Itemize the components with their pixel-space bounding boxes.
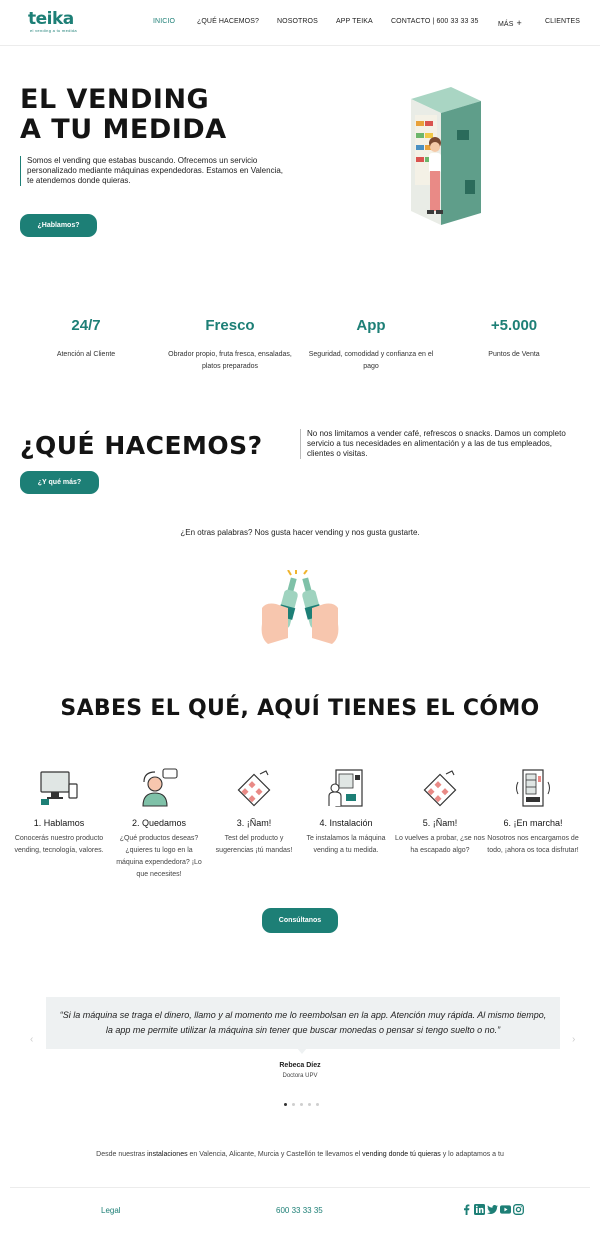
twitter-icon[interactable]	[487, 1204, 498, 1215]
logo[interactable]: teika el vending a tu medida	[28, 10, 77, 33]
hero-title-line1: EL VENDING	[20, 84, 210, 115]
logo-wordmark: teika	[28, 9, 74, 29]
step-nam-2: 5. ¡Ñam! Lo vuelves a probar, ¿se nos ha…	[392, 768, 488, 857]
stat-value: App	[356, 317, 386, 334]
step-desc: Nosotros nos encargamos de todo, ¡ahora …	[487, 835, 579, 854]
coverage-text: Desde nuestras	[96, 1151, 148, 1158]
testimonial-pointer	[297, 1048, 307, 1054]
hero-title: EL VENDING A TU MEDIDA	[20, 85, 227, 145]
conversation-icon	[142, 768, 178, 807]
step-desc: ¿Qué productos deseas? ¿quieres tu logo …	[116, 835, 202, 878]
carousel-dot[interactable]	[316, 1103, 319, 1106]
carousel-dot[interactable]	[284, 1103, 287, 1106]
installing-machine-icon	[328, 769, 363, 807]
tagline: ¿En otras palabras? Nos gusta hacer vend…	[180, 528, 420, 537]
vending-machine-icon	[516, 769, 550, 807]
carousel-dot[interactable]	[292, 1103, 295, 1106]
nav-inicio[interactable]: INICIO	[153, 18, 175, 25]
stat-desc: Obrador propio, fruta fresca, ensaladas,…	[168, 351, 292, 370]
testimonial-box: “Si la máquina se traga el dinero, llamo…	[46, 997, 560, 1049]
hero-description: Somos el vending que estabas buscando. O…	[20, 156, 290, 186]
step-desc: Lo vuelves a probar, ¿se nos ha escapado…	[395, 835, 485, 854]
testimonial-quote: “Si la máquina se traga el dinero, llamo…	[59, 1010, 547, 1035]
step-title: 5. ¡Ñam!	[422, 818, 458, 828]
step-nam-1: 3. ¡Ñam! Test del producto y sugerencias…	[206, 768, 302, 857]
step-title: 4. Instalación	[319, 818, 373, 828]
que-hacemos-description: No nos limitamos a vender café, refresco…	[300, 429, 575, 459]
y-que-mas-button[interactable]: ¿Y qué más?	[20, 471, 99, 494]
coverage-statement: Desde nuestras instalaciones en Valencia…	[0, 1151, 600, 1158]
carousel-dot[interactable]	[308, 1103, 311, 1106]
hero-title-line2: A TU MEDIDA	[20, 114, 227, 145]
site-header: teika el vending a tu medida INICIO ¿QUÉ…	[0, 0, 600, 46]
stat-attention: 24/7 Atención al Cliente	[16, 317, 156, 361]
site-footer: Legal 600 33 33 35	[10, 1187, 590, 1233]
carousel-dots	[284, 1103, 319, 1106]
chocolate-bar-icon	[237, 770, 271, 807]
step-title: 6. ¡En marcha!	[503, 818, 563, 828]
step-title: 2. Quedamos	[131, 818, 187, 828]
stat-desc: Seguridad, comodidad y confianza en el p…	[308, 351, 434, 370]
consultanos-button[interactable]: Consúltanos	[262, 908, 338, 933]
linkedin-icon[interactable]	[474, 1204, 485, 1215]
vending-machine-illustration	[411, 87, 481, 225]
coverage-text: en Valencia, Alicante, Murcia y Castelló…	[187, 1151, 363, 1158]
instagram-icon[interactable]	[513, 1204, 524, 1215]
nav-que-hacemos[interactable]: ¿QUÉ HACEMOS?	[197, 18, 259, 25]
step-title: 1. Hablamos	[33, 818, 85, 828]
coverage-text: y lo adaptamos a tu	[440, 1151, 504, 1158]
step-desc: Te instalamos la máquina vending a tu me…	[306, 835, 386, 854]
como-title: SABES EL QUÉ, AQUÍ TIENES EL CÓMO	[60, 696, 540, 721]
step-quedamos: 2. Quedamos ¿Qué productos deseas? ¿quie…	[111, 768, 207, 881]
hablamos-button[interactable]: ¿Hablamos?	[20, 214, 97, 237]
chocolate-bar-icon	[423, 770, 457, 807]
nav-mas-label: MÁS	[498, 21, 514, 28]
testimonial-role: Doctora UPV	[282, 1073, 318, 1079]
step-en-marcha: 6. ¡En marcha! Nosotros nos encargamos d…	[485, 768, 581, 857]
nav-mas[interactable]: MÁS +	[498, 18, 522, 28]
facebook-icon[interactable]	[461, 1204, 472, 1215]
coverage-highlight: vending donde tú quieras	[362, 1151, 441, 1158]
stat-value: +5.000	[490, 317, 538, 334]
stat-desc: Puntos de Venta	[488, 351, 540, 358]
stat-fresco: Fresco Obrador propio, fruta fresca, ens…	[160, 317, 300, 373]
step-desc: Conocerás nuestro producto vending, tecn…	[14, 835, 104, 854]
cheers-bottles-illustration	[261, 570, 339, 644]
carousel-dot[interactable]	[300, 1103, 303, 1106]
stat-desc: Atención al Cliente	[56, 351, 116, 358]
coverage-link-instalaciones[interactable]: instalaciones	[147, 1151, 187, 1158]
stat-value: 24/7	[71, 317, 101, 334]
legal-link[interactable]: Legal	[101, 1206, 121, 1215]
que-hacemos-title: ¿QUÉ HACEMOS?	[20, 431, 263, 460]
logo-tagline: el vending a tu medida	[30, 28, 77, 33]
carousel-prev-button[interactable]: ‹	[30, 1034, 33, 1045]
stat-puntos-venta: +5.000 Puntos de Venta	[444, 317, 584, 361]
nav-clientes[interactable]: CLIENTES	[545, 18, 580, 25]
step-instalacion: 4. Instalación Te instalamos la máquina …	[298, 768, 394, 857]
footer-phone[interactable]: 600 33 33 35	[276, 1206, 323, 1215]
nav-app-teika[interactable]: APP TEIKA	[336, 18, 373, 25]
stat-app: App Seguridad, comodidad y confianza en …	[301, 317, 441, 373]
devices-icon	[40, 771, 78, 805]
step-title: 3. ¡Ñam!	[236, 818, 272, 828]
nav-nosotros[interactable]: NOSOTROS	[277, 18, 318, 25]
youtube-icon[interactable]	[500, 1204, 511, 1215]
social-links	[461, 1204, 524, 1215]
step-hablamos: 1. Hablamos Conocerás nuestro producto v…	[11, 768, 107, 857]
plus-icon: +	[516, 18, 522, 28]
stat-value: Fresco	[205, 317, 255, 334]
testimonial-author: Rebeca Díez	[279, 1062, 321, 1069]
carousel-next-button[interactable]: ›	[572, 1034, 575, 1045]
nav-contacto[interactable]: CONTACTO | 600 33 33 35	[391, 18, 479, 25]
step-desc: Test del producto y sugerencias ¡tú mand…	[215, 835, 293, 854]
